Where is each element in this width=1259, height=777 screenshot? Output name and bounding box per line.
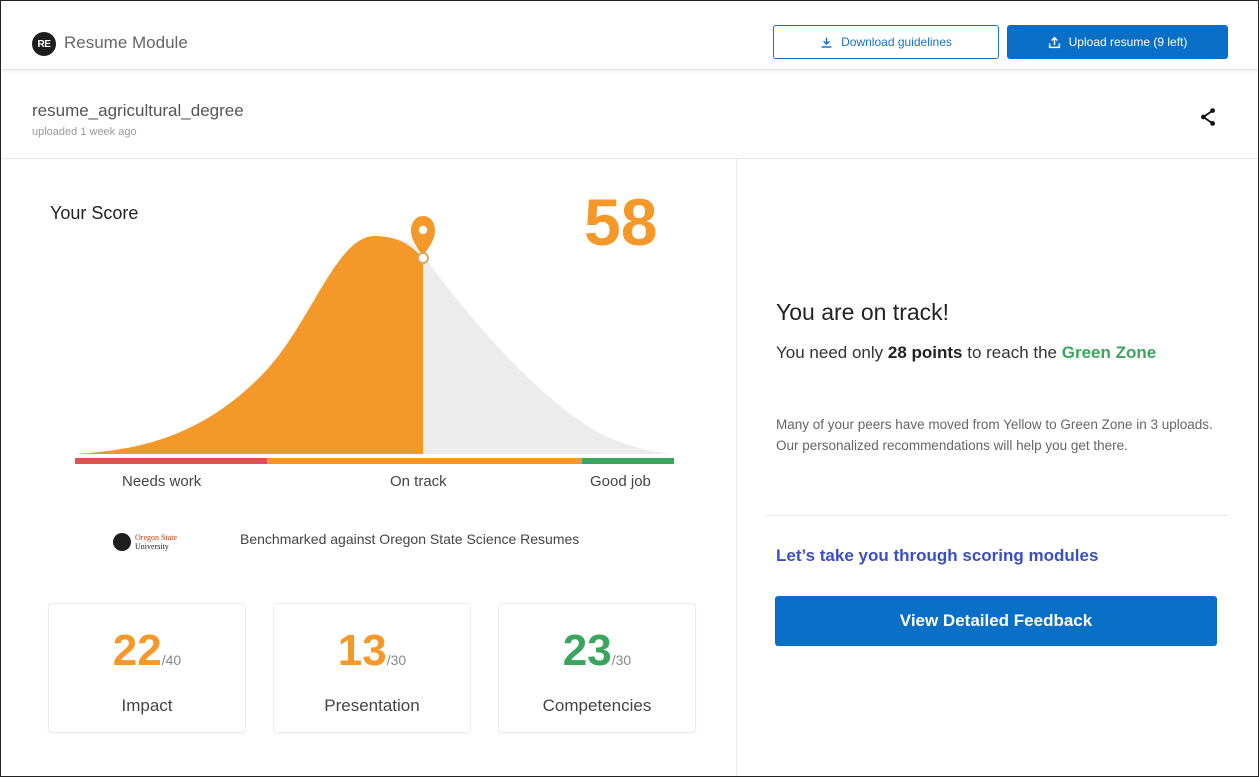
page-frame: RE Resume Module Download guidelines Upl… xyxy=(0,0,1259,777)
upload-time: uploaded 1 week ago xyxy=(32,126,137,138)
university-seal-icon xyxy=(113,533,131,551)
zone-label-needs-work: Needs work xyxy=(122,473,202,490)
points-needed-value: 28 points xyxy=(887,343,963,362)
score-distribution-curve xyxy=(75,216,674,464)
peer-progress-text: Many of your peers have moved from Yello… xyxy=(776,417,1213,453)
status-title: You are on track! xyxy=(776,299,950,325)
points-needed-text: You need only 28 points to reach the Gre… xyxy=(776,343,1157,362)
upload-icon xyxy=(1048,36,1060,48)
app-title: Resume Module xyxy=(64,33,188,52)
card-value: 13/30 xyxy=(274,629,470,673)
share-icon[interactable] xyxy=(1197,106,1219,128)
zone-label-on-track: On track xyxy=(390,473,447,490)
upload-resume-label: Upload resume (9 left) xyxy=(1068,35,1188,49)
upload-resume-button[interactable]: Upload resume (9 left) xyxy=(1007,25,1228,59)
download-guidelines-label: Download guidelines xyxy=(841,35,952,49)
card-value: 23/30 xyxy=(499,629,695,673)
view-detailed-feedback-button[interactable]: View Detailed Feedback xyxy=(775,596,1217,646)
university-logo-text: Oregon State University xyxy=(135,533,177,551)
card-score: 23 xyxy=(562,626,612,675)
zone-bar-on-track xyxy=(267,458,582,464)
card-max: /30 xyxy=(611,652,632,668)
file-name: resume_agricultural_degree xyxy=(32,101,244,120)
zone-label-good-job: Good job xyxy=(590,473,651,490)
card-score: 13 xyxy=(337,626,387,675)
oregon-state-logo: Oregon State University xyxy=(113,528,199,556)
app-logo: RE xyxy=(32,32,56,56)
zone-bar-good-job xyxy=(582,458,674,464)
score-card-impact: 22/40 Impact xyxy=(48,603,246,733)
card-max: /30 xyxy=(386,652,407,668)
card-label: Presentation xyxy=(324,696,420,715)
card-max: /40 xyxy=(161,652,182,668)
card-value: 22/40 xyxy=(49,629,245,673)
download-guidelines-button[interactable]: Download guidelines xyxy=(773,25,999,59)
bell-curve-score-fill xyxy=(76,235,423,454)
panel-divider xyxy=(764,515,1229,516)
scoring-modules-link[interactable]: Let’s take you through scoring modules xyxy=(776,546,1098,566)
download-icon xyxy=(821,37,832,48)
card-label: Competencies xyxy=(542,696,652,715)
benchmark-text: Benchmarked against Oregon State Science… xyxy=(240,531,580,547)
file-header: resume_agricultural_degree uploaded 1 we… xyxy=(2,89,1258,159)
column-divider xyxy=(736,159,737,776)
card-score: 22 xyxy=(112,626,162,675)
green-zone-label: Green Zone xyxy=(1061,343,1157,362)
zone-bar-needs-work xyxy=(75,458,267,464)
card-label: Impact xyxy=(121,696,173,715)
score-card-competencies: 23/30 Competencies xyxy=(498,603,696,733)
top-bar: RE Resume Module Download guidelines Upl… xyxy=(2,2,1258,70)
score-card-presentation: 13/30 Presentation xyxy=(273,603,471,733)
